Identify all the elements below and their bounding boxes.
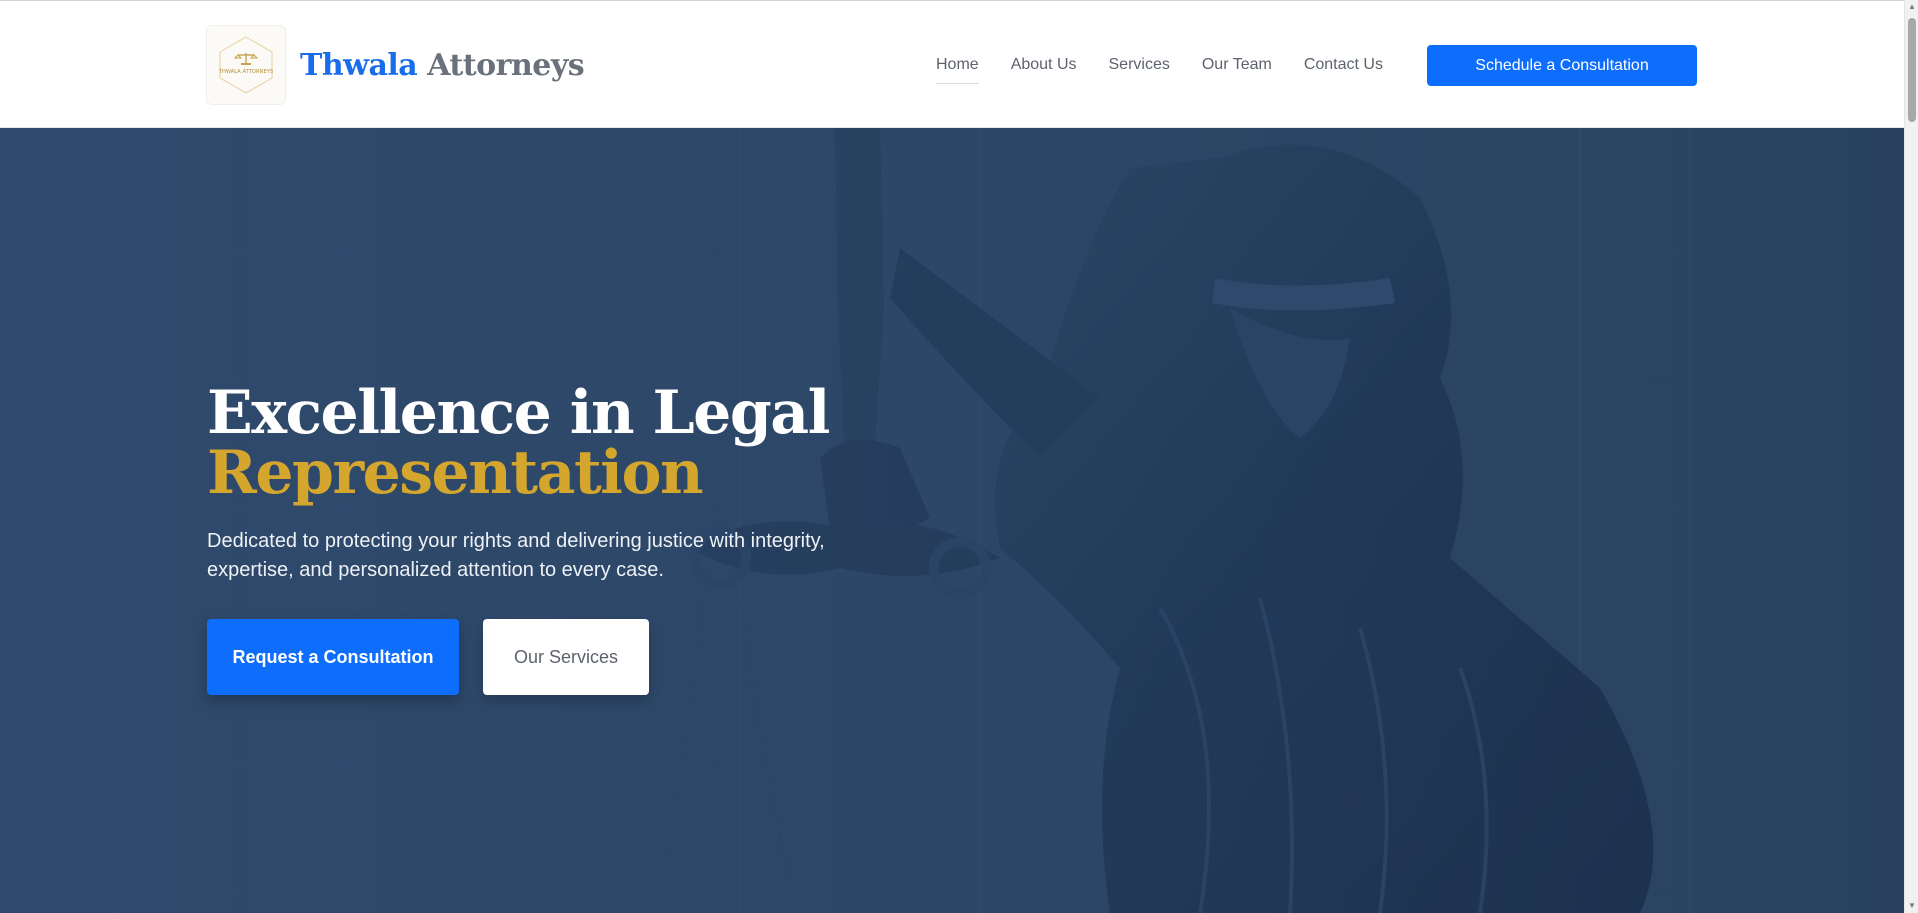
page: THWALA ATTORNEYS Thwala Attorneys Home A… — [0, 0, 1918, 913]
hero-section: Excellence in Legal Representation Dedic… — [0, 128, 1904, 913]
scroll-up-arrow-icon[interactable]: ▲ — [1905, 0, 1918, 14]
nav-link-home[interactable]: Home — [936, 48, 979, 84]
logo: THWALA ATTORNEYS — [206, 25, 286, 105]
site-header: THWALA ATTORNEYS Thwala Attorneys Home A… — [0, 0, 1904, 128]
scrollbar-thumb[interactable] — [1908, 18, 1916, 122]
nav-link-about-us[interactable]: About Us — [1011, 48, 1077, 82]
request-consultation-button[interactable]: Request a Consultation — [207, 619, 459, 695]
our-services-button[interactable]: Our Services — [483, 619, 649, 695]
main-nav: Home About Us Services Our Team Contact … — [936, 45, 1383, 85]
hero-title-line-2: Representation — [207, 438, 704, 508]
hero-subtitle: Dedicated to protecting your rights and … — [207, 530, 825, 581]
brand-name-last: Attorneys — [427, 47, 585, 83]
brand-name: Thwala Attorneys — [300, 47, 585, 83]
logo-text: THWALA ATTORNEYS — [218, 69, 273, 75]
brand-home-link[interactable]: THWALA ATTORNEYS Thwala Attorneys — [206, 25, 585, 105]
hero-content: Excellence in Legal Representation Dedic… — [207, 383, 887, 695]
scroll-down-arrow-icon[interactable]: ▼ — [1905, 899, 1918, 913]
hero-buttons: Request a Consultation Our Services — [207, 619, 887, 695]
scales-logo-icon: THWALA ATTORNEYS — [218, 36, 273, 94]
page-scrollbar[interactable]: ▲ ▼ — [1904, 0, 1918, 913]
hero-title-line-1: Excellence in Legal — [207, 378, 830, 448]
nav-link-our-team[interactable]: Our Team — [1202, 48, 1272, 82]
brand-name-first: Thwala — [300, 47, 418, 83]
nav-link-contact-us[interactable]: Contact Us — [1304, 48, 1383, 82]
nav-link-services[interactable]: Services — [1109, 48, 1170, 82]
hero-title: Excellence in Legal Representation — [207, 383, 887, 503]
schedule-consultation-button[interactable]: Schedule a Consultation — [1427, 45, 1697, 86]
